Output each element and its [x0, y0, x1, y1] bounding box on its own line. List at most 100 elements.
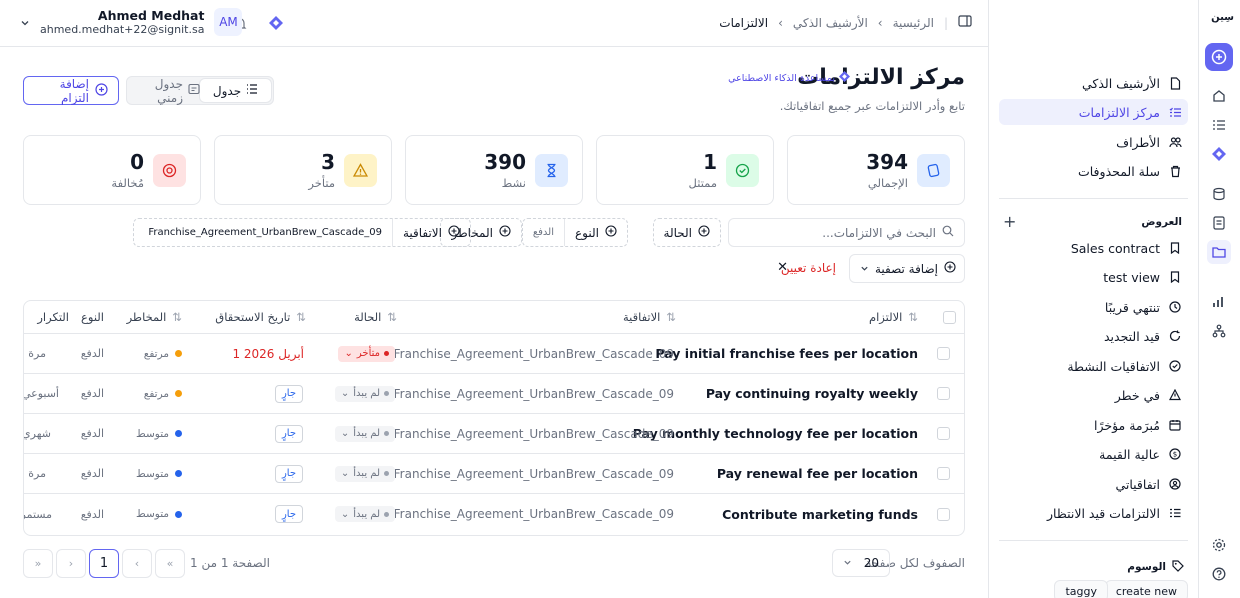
stat-card-overdue: 3 متأخر: [214, 135, 392, 205]
ai-badge: بمساعدة الذكاء الاصطناعي: [728, 71, 850, 85]
settings-icon[interactable]: [1207, 533, 1231, 557]
view-item-expiring-soon[interactable]: تنتهي قريبًا: [999, 294, 1188, 320]
folder-icon[interactable]: [1207, 240, 1231, 264]
table-row[interactable]: Pay continuing royalty weekly Franchise_…: [24, 374, 964, 414]
column-header-status[interactable]: الحالة ⇅: [354, 301, 397, 333]
ai-assistant-icon[interactable]: [266, 13, 286, 33]
obligation-name[interactable]: Contribute marketing funds: [722, 494, 918, 534]
add-obligation-button[interactable]: إضافة التزام: [23, 76, 119, 105]
table-row[interactable]: Pay monthly technology fee per location …: [24, 414, 964, 454]
type-cell: الدفع: [80, 387, 104, 400]
first-page-button[interactable]: «: [155, 549, 185, 578]
status-cell[interactable]: لم يبدأ ⌄: [334, 414, 395, 453]
plus-circle-icon: [944, 261, 956, 276]
row-checkbox[interactable]: [937, 454, 950, 493]
row-checkbox[interactable]: [937, 494, 950, 534]
agreement-name[interactable]: Franchise_Agreement_UrbanBrew_Cascade_09: [394, 414, 674, 453]
tag-taggy[interactable]: taggy: [1054, 580, 1108, 598]
next-page-button[interactable]: ›: [56, 549, 86, 578]
view-item-at-risk[interactable]: في خطر: [999, 382, 1188, 408]
column-header-agreement[interactable]: الاتفاقية ⇅: [623, 301, 676, 333]
agreement-name[interactable]: Franchise_Agreement_UrbanBrew_Cascade_09: [394, 494, 674, 534]
filter-type[interactable]: النوع الدفع: [521, 218, 628, 247]
search-input[interactable]: البحث في الالتزامات...: [728, 218, 965, 247]
last-page-button[interactable]: »: [23, 549, 53, 578]
column-header-due-date[interactable]: تاريخ الاستحقاق ⇅: [215, 301, 306, 333]
breadcrumb-home[interactable]: الرئيسية: [893, 16, 934, 30]
status-cell[interactable]: لم يبدأ ⌄: [334, 494, 395, 534]
avatar[interactable]: AM: [214, 8, 243, 36]
sidebar-item-smart-archive[interactable]: الأرشيف الذكي: [999, 70, 1188, 96]
obligation-name[interactable]: Pay renewal fee per location: [717, 454, 918, 493]
column-header-risk[interactable]: المخاطر ⇅: [127, 301, 182, 333]
filter-type-segment[interactable]: النوع: [565, 219, 627, 246]
chevrons-left-icon: «: [166, 557, 174, 570]
column-header-obligation[interactable]: الالتزام ⇅: [869, 301, 918, 333]
table-row[interactable]: Contribute marketing funds Franchise_Agr…: [24, 494, 964, 534]
reset-filters-button[interactable]: إعادة تعيين: [781, 261, 836, 275]
home-icon[interactable]: [1207, 84, 1231, 108]
sort-icon: ⇅: [172, 310, 182, 324]
agreement-name[interactable]: Franchise_Agreement_UrbanBrew_Cascade_09: [394, 334, 674, 373]
status-badge[interactable]: لم يبدأ ⌄: [334, 465, 395, 482]
status-badge[interactable]: متأخر ⌄: [338, 345, 395, 362]
stat-label: متأخر: [308, 176, 335, 190]
add-filter-button[interactable]: إضافة تصفية: [849, 254, 965, 283]
tag-create-new[interactable]: create new: [1104, 580, 1188, 598]
status-cell[interactable]: لم يبدأ ⌄: [334, 454, 395, 493]
chevron-down-icon: [843, 556, 852, 570]
add-view-plus-icon[interactable]: +: [1003, 212, 1016, 231]
view-item-recently-signed[interactable]: مُبرَمة مؤخرًا: [999, 412, 1188, 438]
app-logo[interactable]: سِين: [1211, 12, 1234, 23]
view-table-button[interactable]: جدول: [200, 79, 271, 102]
view-item-active-agreements[interactable]: الاتفاقيات النشطة: [999, 353, 1188, 379]
row-checkbox[interactable]: [937, 414, 950, 453]
sidebar-toggle-icon[interactable]: [958, 14, 972, 31]
agreement-name[interactable]: Franchise_Agreement_UrbanBrew_Cascade_09: [394, 454, 674, 493]
database-icon[interactable]: [1207, 182, 1231, 206]
sidebar-item-obligations-center[interactable]: مركز الالتزامات: [999, 99, 1188, 125]
new-button-icon[interactable]: [1205, 43, 1233, 71]
analytics-icon[interactable]: [1207, 290, 1231, 314]
view-item-test-view[interactable]: test view: [999, 264, 1188, 290]
filter-type-value-segment[interactable]: الدفع: [523, 219, 566, 246]
view-item-sales-contract[interactable]: Sales contract: [999, 235, 1188, 261]
obligation-name[interactable]: Pay initial franchise fees per location: [655, 334, 918, 373]
rows-per-page-select[interactable]: 20: [832, 549, 890, 577]
sidebar-item-trash[interactable]: سلة المحذوفات: [999, 158, 1188, 184]
page-number-button[interactable]: 1: [89, 549, 119, 578]
prev-page-button[interactable]: ‹: [122, 549, 152, 578]
table-row[interactable]: Pay renewal fee per location Franchise_A…: [24, 454, 964, 494]
agreement-name[interactable]: Franchise_Agreement_UrbanBrew_Cascade_09: [394, 374, 674, 413]
filter-agreement[interactable]: الاتفاقية Franchise_Agreement_UrbanBrew_…: [133, 218, 471, 247]
close-icon[interactable]: ✕: [777, 260, 788, 275]
row-checkbox[interactable]: [937, 374, 950, 413]
status-cell[interactable]: لم يبدأ ⌄: [334, 374, 395, 413]
filter-agreement-segment[interactable]: الاتفاقية: [393, 219, 470, 246]
view-item-pending-obligations[interactable]: الالتزامات قيد الانتظار: [999, 500, 1188, 526]
status-cell[interactable]: متأخر ⌄: [338, 334, 395, 373]
status-badge[interactable]: لم يبدأ ⌄: [334, 425, 395, 442]
view-item-my-agreements[interactable]: اتفاقياتي: [999, 471, 1188, 497]
workflow-icon[interactable]: [1207, 319, 1231, 343]
view-item-renewal[interactable]: قيد التجديد: [999, 323, 1188, 349]
obligation-name[interactable]: Pay monthly technology fee per location: [633, 414, 918, 453]
view-timeline-button[interactable]: جدول زمني: [129, 77, 200, 105]
select-all-checkbox[interactable]: [943, 301, 956, 333]
row-checkbox[interactable]: [937, 334, 950, 373]
document-list-icon[interactable]: [1207, 211, 1231, 235]
breadcrumb-archive[interactable]: الأرشيف الذكي: [793, 16, 868, 30]
user-menu[interactable]: Ahmed Medhat ahmed.medhat+22@signit.sa A…: [20, 8, 243, 36]
view-item-high-value[interactable]: $ عالية القيمة: [999, 441, 1188, 467]
obligation-name[interactable]: Pay continuing royalty weekly: [706, 374, 918, 413]
filter-status[interactable]: الحالة: [652, 218, 721, 247]
help-icon[interactable]: [1207, 562, 1231, 586]
sidebar-item-parties[interactable]: الأطراف: [999, 129, 1188, 155]
ai-sparkle-icon[interactable]: [1207, 142, 1231, 166]
user-email: ahmed.medhat+22@signit.sa: [40, 23, 205, 36]
status-badge[interactable]: لم يبدأ ⌄: [334, 385, 395, 402]
filter-agreement-value-segment[interactable]: Franchise_Agreement_UrbanBrew_Cascade_09: [138, 219, 393, 246]
tasks-icon[interactable]: [1207, 113, 1231, 137]
table-row[interactable]: Pay initial franchise fees per location …: [24, 334, 964, 374]
status-badge[interactable]: لم يبدأ ⌄: [334, 506, 395, 522]
